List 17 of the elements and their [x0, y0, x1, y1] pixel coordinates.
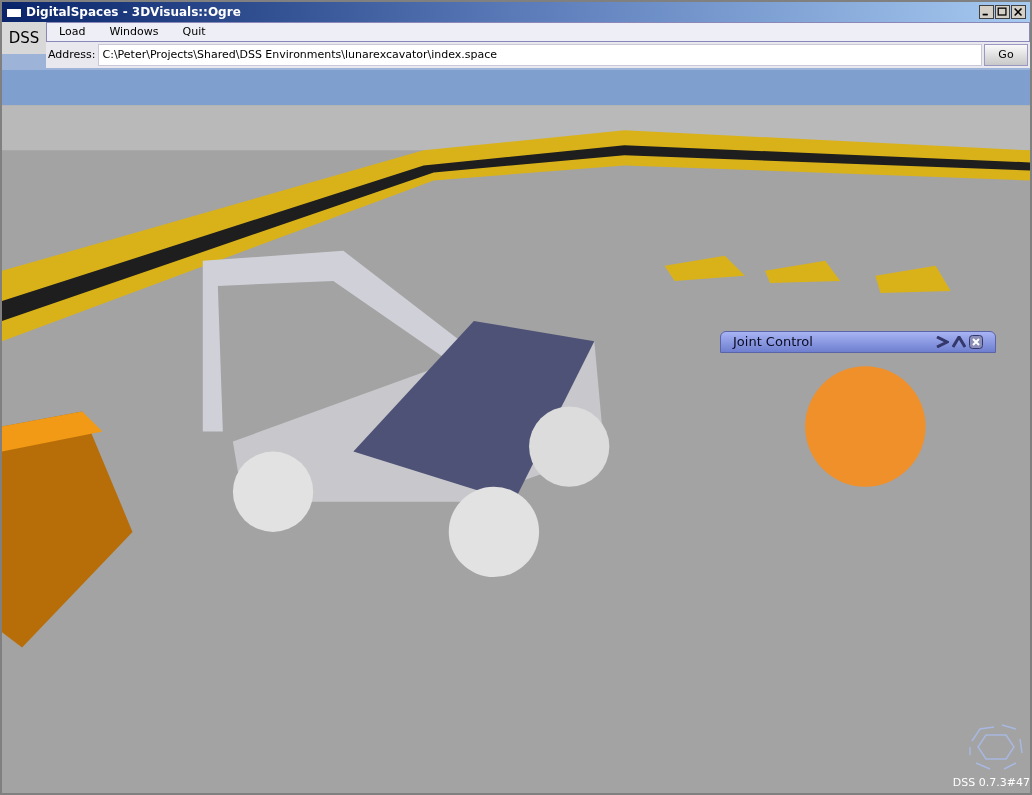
menu-item[interactable]: Load	[59, 23, 86, 41]
version-label: DSS 0.7.3#47	[952, 774, 1030, 791]
minimize-icon[interactable]	[979, 5, 994, 19]
maximize-icon[interactable]	[995, 5, 1010, 19]
panel-title: Joint Control	[733, 333, 813, 352]
window-icon	[6, 6, 22, 18]
menu-item[interactable]: Quit	[182, 23, 206, 41]
menu-item[interactable]: Windows	[109, 23, 159, 41]
window-title: DigitalSpaces - 3DVisuals::Ogre	[26, 4, 241, 21]
address-field[interactable]: C:\Peter\Projects\Shared\DSS Environments\lunarexcavator\index.space	[97, 44, 982, 66]
close-icon[interactable]	[1011, 5, 1026, 19]
chevron-up-icon[interactable]	[952, 336, 966, 348]
address-label: Address:	[47, 46, 97, 63]
close-icon[interactable]	[969, 335, 983, 349]
go-button[interactable]: Go	[984, 44, 1028, 66]
chevron-right-icon[interactable]	[935, 336, 949, 348]
brand-label: DSS	[2, 22, 46, 54]
